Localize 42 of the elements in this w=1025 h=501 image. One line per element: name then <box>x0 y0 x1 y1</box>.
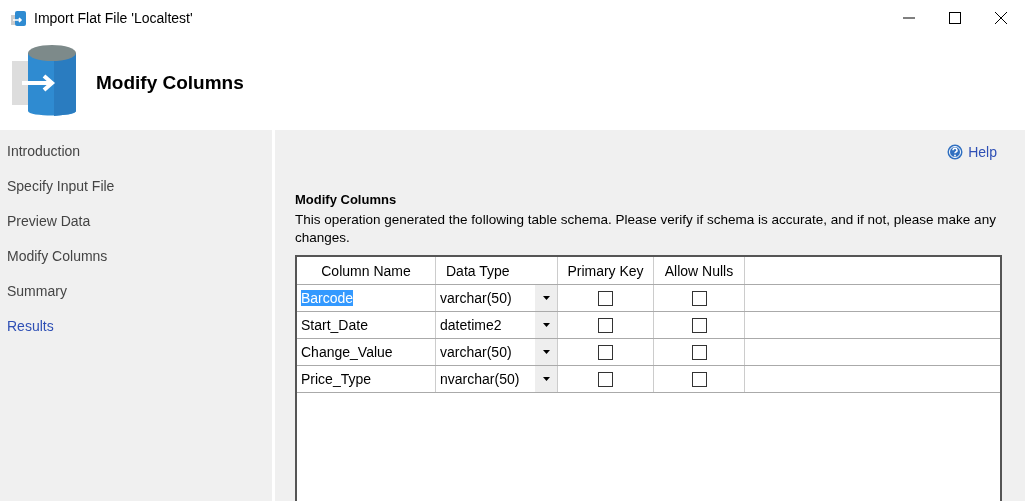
checkbox[interactable] <box>598 291 613 307</box>
column-header: Data Type <box>435 257 558 285</box>
close-icon[interactable] <box>995 12 1007 24</box>
column-header: Primary Key <box>557 257 654 285</box>
sidebar-item[interactable]: Preview Data <box>0 212 272 247</box>
checkbox[interactable] <box>691 345 707 361</box>
table-cell[interactable]: Price_Type <box>301 371 372 387</box>
maximize-icon[interactable] <box>949 12 961 24</box>
caret-icon <box>542 350 550 354</box>
table-cell-text: datetime2 <box>439 317 503 333</box>
table-cell[interactable]: Change_Value <box>301 344 393 360</box>
checkbox[interactable] <box>691 372 707 388</box>
checkbox[interactable] <box>691 291 707 307</box>
sidebar-item[interactable]: Introduction <box>0 142 272 177</box>
table-cell-text: nvarchar(50) <box>439 371 521 387</box>
caret-icon <box>542 377 550 381</box>
dropdown-button[interactable] <box>535 339 557 365</box>
caret-icon <box>542 323 550 327</box>
table-cell-text: varchar(50) <box>439 344 513 360</box>
column-header: Allow Nulls <box>653 257 745 285</box>
column-header: Column Name <box>297 257 436 285</box>
dropdown-button[interactable] <box>535 312 557 338</box>
checkbox[interactable] <box>598 372 613 388</box>
sidebar-item[interactable]: Modify Columns <box>0 247 272 282</box>
dropdown-button[interactable] <box>535 366 557 392</box>
page-title: Modify Columns <box>96 72 244 94</box>
app-icon <box>10 9 28 27</box>
checkbox[interactable] <box>691 318 707 334</box>
sidebar-item[interactable]: Summary <box>0 282 272 317</box>
section-title: Modify Columns <box>295 192 398 207</box>
help-link[interactable]: Help <box>947 137 997 166</box>
checkbox[interactable] <box>598 345 613 361</box>
caret-icon <box>542 296 550 300</box>
checkbox[interactable] <box>598 318 613 334</box>
window-title: Import Flat File 'Localtest' <box>34 10 193 26</box>
sidebar-item[interactable]: Results <box>0 317 272 352</box>
dropdown-button[interactable] <box>535 285 557 311</box>
sidebar-item[interactable]: Specify Input File <box>0 177 272 212</box>
section-description: This operation generated the following table schema. Please verify if schema is accurate, and if not, please make any changes. <box>295 211 997 247</box>
table-cell[interactable]: Start_Date <box>301 317 368 333</box>
help-icon <box>947 143 964 160</box>
table-cell-text: varchar(50) <box>439 290 513 306</box>
